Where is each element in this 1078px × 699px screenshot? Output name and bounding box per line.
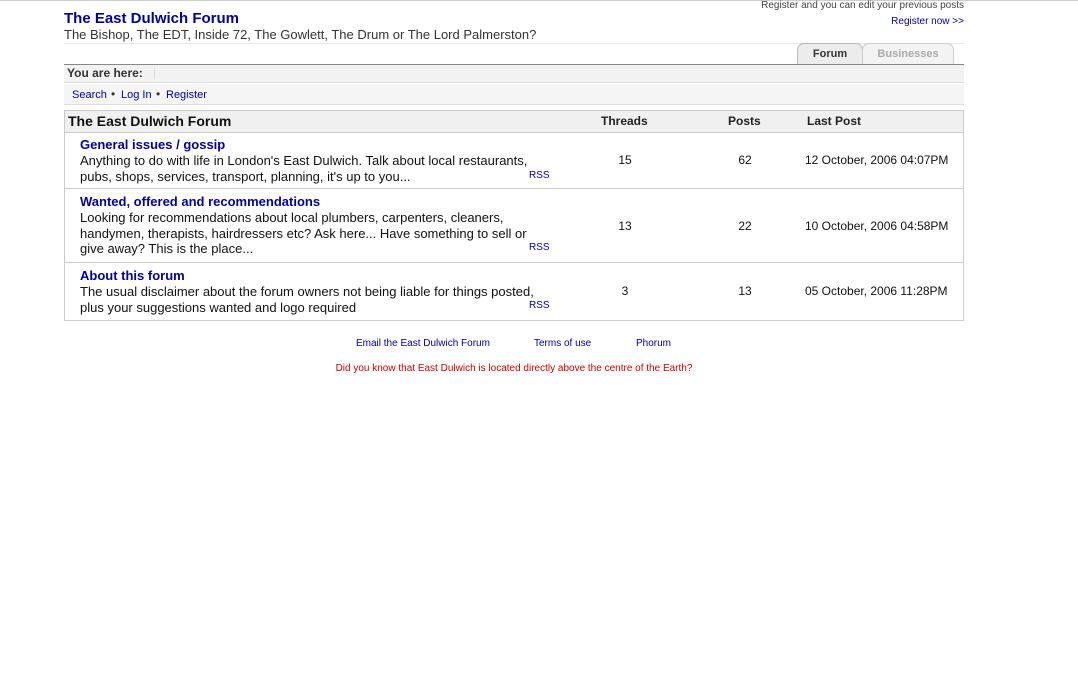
post-count: 13 (738, 284, 752, 298)
tab-businesses[interactable]: Businesses (862, 43, 954, 64)
tab-forum[interactable]: Forum (797, 43, 863, 64)
register-link[interactable]: Register (166, 89, 207, 101)
threads-header: Threads (601, 114, 648, 128)
trivia-text: Did you know that East Dulwich is locate… (335, 363, 693, 374)
site-title[interactable]: The East Dulwich Forum (64, 10, 239, 27)
post-count: 62 (738, 153, 752, 167)
nav-bar: Search • Log In • Register (64, 84, 964, 105)
rss-link[interactable]: RSS (529, 242, 550, 253)
table-header: The East Dulwich Forum Threads Posts Las… (65, 111, 963, 133)
thread-count: 15 (618, 153, 632, 167)
forum-description: The usual disclaimer about the forum own… (80, 284, 534, 315)
register-now-link[interactable]: Register now >> (891, 16, 964, 27)
rss-link[interactable]: RSS (529, 170, 550, 181)
phorum-link[interactable]: Phorum (636, 338, 671, 349)
forum-description: Anything to do with life in London's Eas… (80, 153, 528, 184)
post-count: 22 (738, 219, 752, 233)
breadcrumb: You are here: (64, 65, 964, 83)
login-link[interactable]: Log In (121, 89, 152, 101)
nav-separator: • (156, 87, 161, 101)
last-post-date: 10 October, 2006 04:58PM (805, 219, 949, 233)
terms-link[interactable]: Terms of use (534, 338, 591, 349)
forum-name-link[interactable]: Wanted, offered and recommendations (80, 194, 320, 209)
forum-table: The East Dulwich Forum Threads Posts Las… (64, 110, 964, 321)
rss-link[interactable]: RSS (529, 300, 550, 311)
last-post-date: 12 October, 2006 04:07PM (805, 153, 949, 167)
breadcrumb-label: You are here: (67, 66, 143, 80)
last-post-header: Last Post (807, 114, 862, 128)
forum-row: Wanted, offered and recommendations Look… (65, 189, 963, 263)
forum-name-link[interactable]: General issues / gossip (80, 137, 225, 152)
register-note: Register and you can edit your previous … (761, 0, 964, 11)
thread-count: 3 (621, 284, 629, 298)
site-subtitle: The Bishop, The EDT, Inside 72, The Gowl… (64, 27, 537, 42)
breadcrumb-divider (154, 68, 155, 79)
nav-separator: • (111, 87, 116, 101)
forum-row: General issues / gossip Anything to do w… (65, 132, 963, 189)
last-post-date: 05 October, 2006 11:28PM (805, 284, 948, 298)
thread-count: 13 (618, 219, 632, 233)
forum-description: Looking for recommendations about local … (80, 210, 527, 256)
forum-row: About this forum The usual disclaimer ab… (65, 263, 963, 320)
forum-name-link[interactable]: About this forum (80, 268, 185, 283)
email-forum-link[interactable]: Email the East Dulwich Forum (356, 338, 490, 349)
posts-header: Posts (728, 114, 761, 128)
forum-table-title: The East Dulwich Forum (68, 113, 232, 129)
search-link[interactable]: Search (72, 89, 107, 101)
